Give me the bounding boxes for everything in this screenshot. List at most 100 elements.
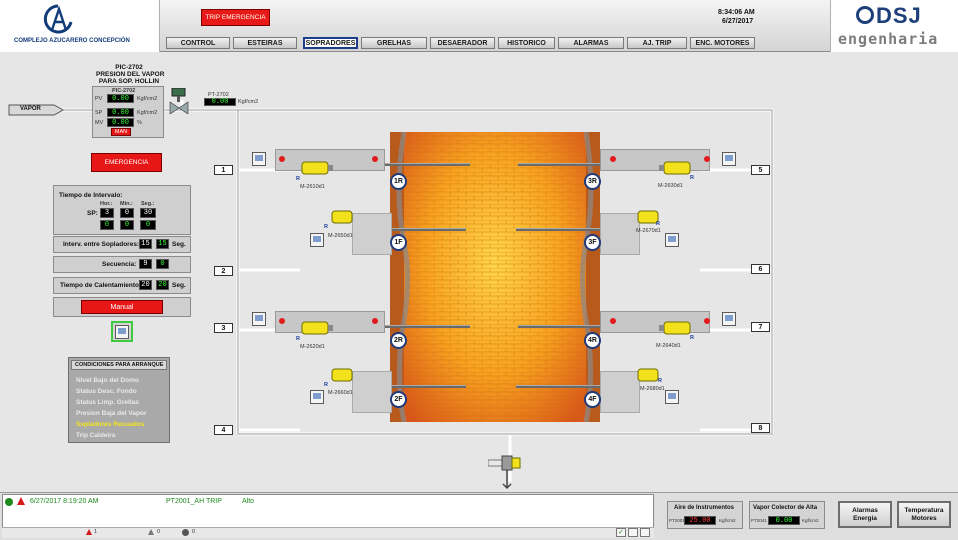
blower-4r-id[interactable]: 4R: [584, 332, 601, 349]
group-number-1[interactable]: 1: [214, 165, 233, 175]
motor-temperature-button[interactable]: Temperatura Motores: [897, 501, 951, 528]
motor-3r-tag: M-2630d1: [658, 183, 683, 189]
trend-button[interactable]: [111, 321, 133, 342]
pic-title-3: PARA SOP. HOLLIN: [98, 78, 160, 85]
faceplate-4r-button[interactable]: [722, 312, 736, 326]
manual-button[interactable]: Manual: [81, 300, 163, 314]
act-seconds: 0: [140, 220, 156, 230]
pt-value: 0.00: [204, 98, 236, 106]
pv-value: 0.00: [107, 94, 134, 103]
interv-act: 15: [156, 239, 169, 249]
interv-sp[interactable]: 15: [139, 239, 152, 249]
act-minutes: 0: [120, 220, 134, 230]
group-number-4[interactable]: 4: [214, 425, 233, 435]
motor-1r-r-label: R: [296, 176, 300, 182]
steam-collector-unit: Kgf/cm2: [802, 518, 819, 523]
motor-4r-tag: M-2640d1: [656, 343, 681, 349]
faceplate-2r-button[interactable]: [252, 312, 266, 326]
motor-3r-icon[interactable]: [658, 160, 692, 176]
lance-4f: [516, 385, 608, 388]
faceplate-1f-button[interactable]: [310, 233, 324, 247]
tab-grelhas[interactable]: GRELHAS: [361, 37, 427, 49]
sp-value[interactable]: 0.00: [107, 108, 134, 117]
blower-1r-id[interactable]: 1R: [390, 173, 407, 190]
unack-count: 0: [157, 529, 161, 535]
alarm-filter-button[interactable]: [628, 528, 638, 537]
mv-unit: %: [137, 120, 142, 126]
motor-2f-tag: M-2660d1: [328, 390, 353, 396]
condition-item: Presion Baja del Vapor: [76, 410, 147, 417]
tab-alarmas[interactable]: ALARMAS: [558, 37, 624, 49]
motor-4r-r-label: R: [690, 335, 694, 341]
faceplate-4f-button[interactable]: [665, 390, 679, 404]
seg-label: Seg.:: [141, 201, 155, 207]
tab-control[interactable]: CONTROL: [166, 37, 230, 49]
motor-2r-icon[interactable]: [300, 320, 334, 336]
faceplate-3r-button[interactable]: [722, 152, 736, 166]
group-number-2[interactable]: 2: [214, 266, 233, 276]
heat-sp[interactable]: 20: [139, 280, 152, 290]
trip-emergency-button[interactable]: TRIP EMERGENCIA: [201, 9, 270, 26]
pic-title-2: PRESION DEL VAPOR: [96, 71, 165, 78]
faceplate-2f-button[interactable]: [310, 390, 324, 404]
tab-desaerador[interactable]: DESAERADOR: [430, 37, 495, 49]
instrument-air-title: Aire de Instrumentos: [674, 505, 735, 511]
group-number-7[interactable]: 7: [751, 322, 770, 332]
motor-3f-r-label: R: [656, 221, 660, 227]
sp-minutes[interactable]: 0: [120, 208, 134, 218]
limit-switch-3r-indicator: [610, 156, 616, 162]
mode-man-button[interactable]: MAN: [111, 128, 131, 136]
vapor-label: VAPOR: [20, 106, 41, 112]
blower-3f-housing[interactable]: [600, 213, 640, 255]
tab-sopradores[interactable]: SOPRADORES: [303, 37, 358, 49]
motor-4r-icon[interactable]: [658, 320, 692, 336]
blower-1f-id[interactable]: 1F: [390, 234, 407, 251]
tab-esteiras[interactable]: ESTEIRAS: [233, 37, 297, 49]
blower-1f-housing[interactable]: [352, 213, 392, 255]
blower-3r-id[interactable]: 3R: [584, 173, 601, 190]
blower-3f-id[interactable]: 3F: [584, 234, 601, 251]
tab-aj-trip[interactable]: AJ. TRIP: [627, 37, 687, 49]
faceplate-1r-button[interactable]: [252, 152, 266, 166]
heat-label: Tiempo de Calentamiento:: [60, 282, 142, 289]
motor-2f-icon[interactable]: [330, 367, 356, 383]
emergency-button[interactable]: EMERGENCIA: [91, 153, 162, 172]
sequence-act: 0: [156, 259, 169, 269]
drain-valve-icon[interactable]: [488, 454, 528, 490]
motor-1f-icon[interactable]: [330, 209, 356, 225]
condition-item-active: Sopladores Recuados: [76, 421, 145, 428]
sp-hours[interactable]: 3: [100, 208, 114, 218]
acknowledge-button[interactable]: ✓: [616, 528, 626, 537]
alarm-print-button[interactable]: [640, 528, 650, 537]
blower-4r-housing[interactable]: [600, 311, 710, 333]
motor-1f-r-label: R: [324, 224, 328, 230]
instrument-air-unit: Kgf/cm2: [719, 518, 736, 523]
heat-act: 20: [156, 280, 169, 290]
group-number-6[interactable]: 6: [751, 264, 770, 274]
group-number-8[interactable]: 8: [751, 423, 770, 433]
energy-alarms-button[interactable]: Alarmas Energia: [838, 501, 892, 528]
motor-2r-tag: M-2620d1: [300, 344, 325, 350]
sequence-sp[interactable]: 9: [139, 259, 152, 269]
blower-2r-id[interactable]: 2R: [390, 332, 407, 349]
tab-historico[interactable]: HISTORICO: [498, 37, 555, 49]
motor-1r-icon[interactable]: [300, 160, 334, 176]
control-valve-icon[interactable]: [168, 88, 190, 114]
alarm-ack-icon: [5, 498, 13, 506]
steam-collector-title: Vapor Colector de Alta: [753, 505, 818, 511]
group-number-3[interactable]: 3: [214, 323, 233, 333]
group-number-5[interactable]: 5: [751, 165, 770, 175]
mv-label: MV: [95, 120, 104, 126]
blower-2f-housing[interactable]: [352, 371, 392, 413]
furnace-wall: [390, 132, 600, 422]
limit-switch-1r-indicator: [279, 156, 285, 162]
blower-2f-id[interactable]: 2F: [390, 391, 407, 408]
mv-value[interactable]: 0.00: [107, 118, 134, 127]
tab-enc-motores[interactable]: ENC. MOTORES: [690, 37, 755, 49]
faceplate-3f-button[interactable]: [665, 233, 679, 247]
blower-4f-id[interactable]: 4F: [584, 391, 601, 408]
limit-switch-2r-indicator: [372, 318, 378, 324]
sp-seconds[interactable]: 30: [140, 208, 156, 218]
blower-4f-housing[interactable]: [600, 371, 640, 413]
blower-3r-housing[interactable]: [600, 149, 710, 171]
